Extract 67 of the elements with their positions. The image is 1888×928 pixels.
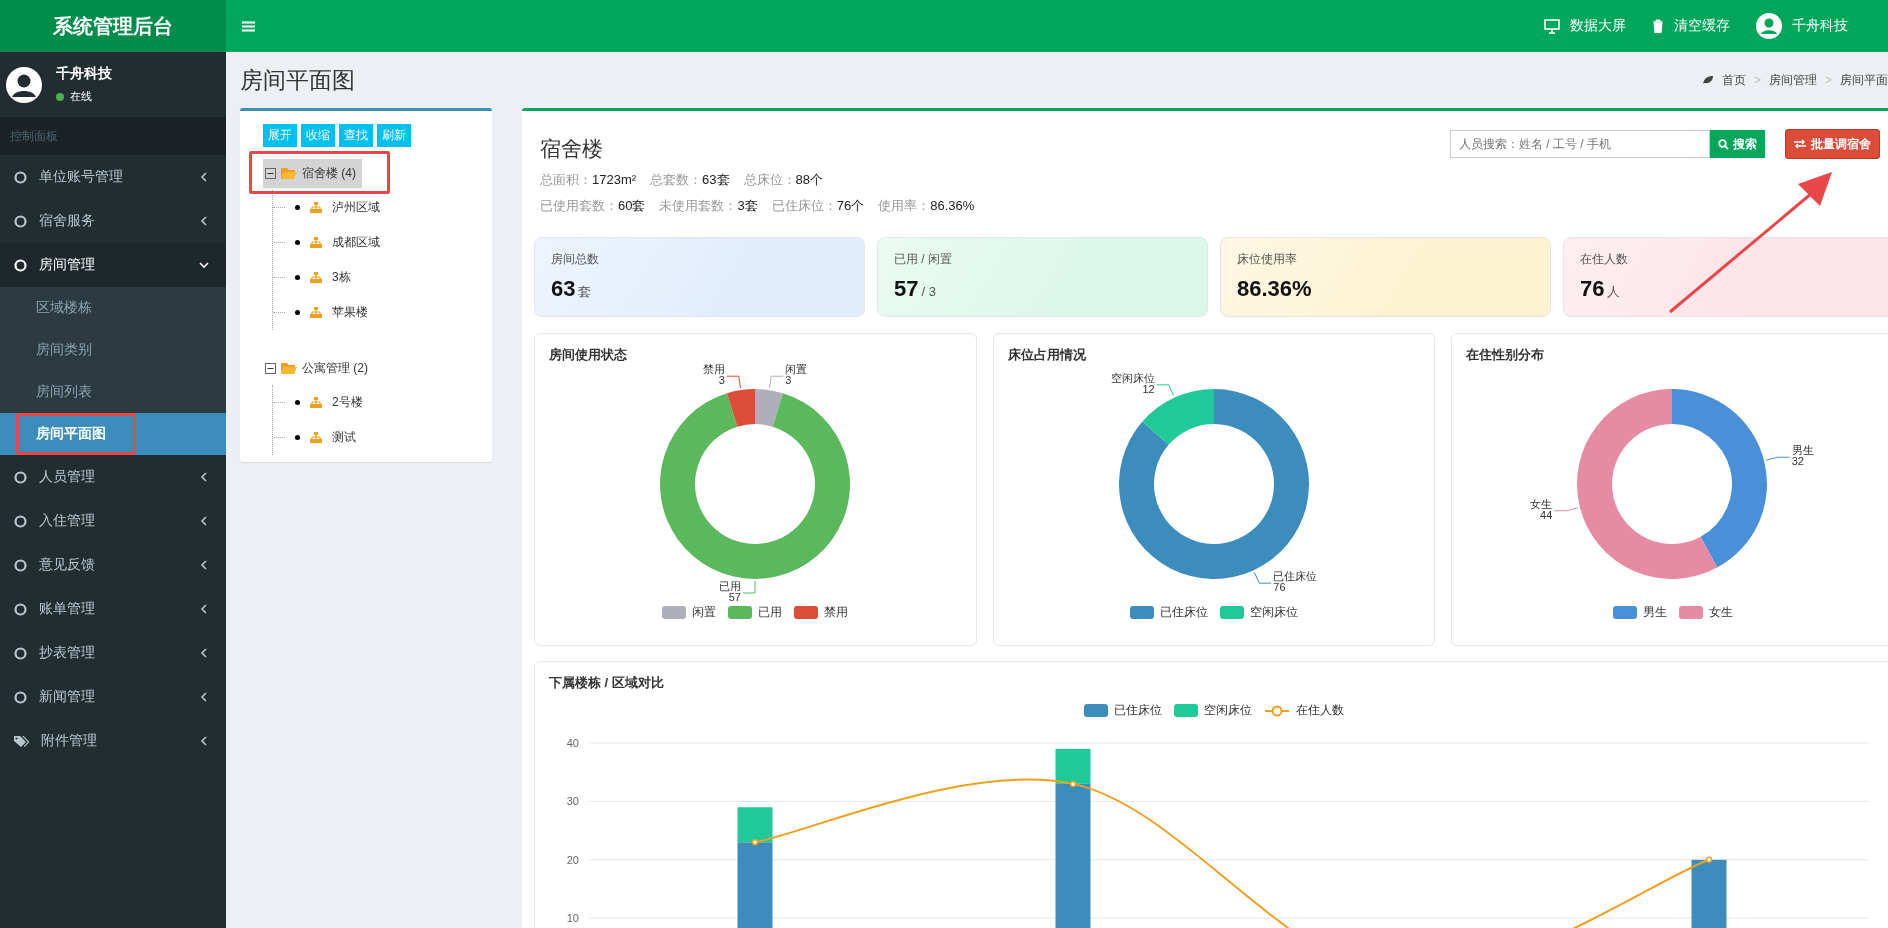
slice-label: 闲置 xyxy=(785,364,808,376)
card-label: 房间总数 xyxy=(551,251,600,268)
stat-value: 1723m² xyxy=(592,172,637,187)
slice-value: 57 xyxy=(728,591,741,603)
legend-label: 已住床位 xyxy=(1114,702,1162,719)
legend-label: 男生 xyxy=(1642,604,1667,621)
stat-value: 86.36% xyxy=(930,198,975,213)
legend-label: 闲置 xyxy=(692,604,717,621)
section-header: 控制面板 xyxy=(0,117,226,155)
stat-value: 88个 xyxy=(795,172,823,187)
chart-title: 在住性别分布 xyxy=(1466,346,1545,364)
stat-label: 已住床位： xyxy=(771,198,837,213)
chart-title: 房间使用状态 xyxy=(549,346,627,364)
axis-tick-label: 10 xyxy=(566,912,579,925)
card-unit: 套 xyxy=(578,283,592,301)
user-status: 在线 xyxy=(70,89,92,104)
legend-label: 禁用 xyxy=(824,604,849,621)
slice-value: 32 xyxy=(1792,455,1805,468)
slice-label: 已住床位 xyxy=(1272,570,1317,583)
stat-label: 总面积： xyxy=(540,172,592,187)
axis-tick-label: 30 xyxy=(566,795,579,808)
tree-node-label: 宿舍楼 (4) xyxy=(302,165,356,182)
user-name: 千舟科技 xyxy=(56,65,112,83)
card-unit: / 3 xyxy=(921,284,936,299)
stat-value: 63套 xyxy=(702,172,730,187)
stat-label: 总床位： xyxy=(743,172,796,187)
page-title: 房间平面图 xyxy=(240,65,355,95)
stat-label: 已使用套数： xyxy=(540,198,618,213)
card-unit: 人 xyxy=(1607,283,1621,301)
app-brand: 系统管理后台 xyxy=(0,0,226,52)
breadcrumb-separator: > xyxy=(1825,73,1832,87)
card-value: 63 xyxy=(551,276,576,302)
slice-label: 禁用 xyxy=(702,364,725,376)
tree-node-label: 公寓管理 (2) xyxy=(302,360,368,377)
legend-label: 女生 xyxy=(1708,604,1733,621)
slice-label: 男生 xyxy=(1792,444,1814,457)
slice-label: 女生 xyxy=(1530,497,1553,510)
stat-value: 60套 xyxy=(618,198,646,213)
legend-label: 已用 xyxy=(758,604,783,621)
legend-label: 空闲床位 xyxy=(1250,604,1298,621)
slice-value: 44 xyxy=(1540,508,1553,521)
legend-label: 已住床位 xyxy=(1160,604,1208,621)
stat-value: 3套 xyxy=(737,198,758,213)
legend-label: 在住人数 xyxy=(1296,702,1344,719)
stat-label: 总套数： xyxy=(650,172,703,187)
slice-label: 已用 xyxy=(719,580,741,592)
slice-value: 12 xyxy=(1142,382,1155,395)
stat-value: 76个 xyxy=(836,198,865,213)
card-value: 86.36% xyxy=(1237,276,1312,302)
card-value: 57 xyxy=(894,276,919,302)
axis-tick-label: 20 xyxy=(566,853,579,866)
breadcrumb-separator: > xyxy=(1753,73,1761,87)
card-label: 已用 / 闲置 xyxy=(894,251,953,268)
card-label: 在住人数 xyxy=(1580,251,1629,268)
slice-value: 76 xyxy=(1272,581,1286,594)
stat-label: 使用率： xyxy=(878,198,931,213)
card-label: 床位使用率 xyxy=(1237,251,1298,268)
slice-value: 3 xyxy=(785,374,792,387)
slice-label: 空闲床位 xyxy=(1110,371,1155,384)
slice-value: 3 xyxy=(718,374,725,387)
axis-tick-label: 40 xyxy=(566,737,579,749)
chart-title: 下属楼栋 / 区域对比 xyxy=(549,674,665,692)
legend-label: 空闲床位 xyxy=(1204,702,1252,719)
building-title: 宿舍楼 xyxy=(540,136,604,162)
chart-title: 床位占用情况 xyxy=(1007,346,1086,364)
card-value: 76 xyxy=(1580,276,1605,302)
stat-label: 未使用套数： xyxy=(659,198,738,213)
